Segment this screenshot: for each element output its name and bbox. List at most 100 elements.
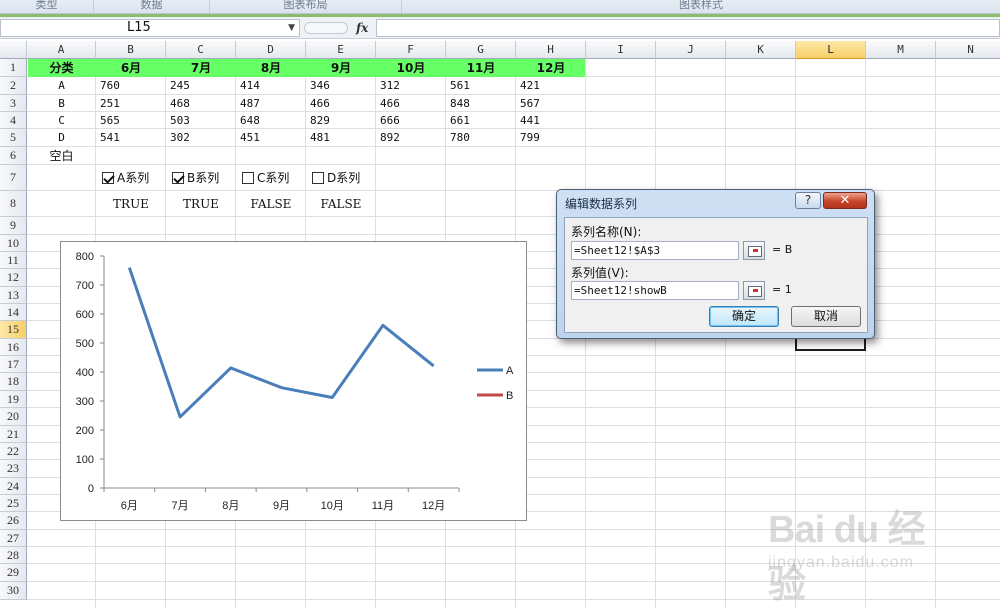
column-header-l[interactable]: L — [796, 41, 866, 59]
value-cell[interactable]: 245 — [166, 77, 236, 95]
column-header-e[interactable]: E — [306, 41, 376, 59]
checkbox-unchecked-icon[interactable] — [312, 171, 324, 184]
ok-button[interactable]: 确定 — [709, 306, 779, 327]
row-header-21[interactable]: 21 — [0, 426, 27, 443]
value-cell[interactable]: 780 — [446, 129, 516, 147]
value-cell[interactable]: 466 — [306, 95, 376, 112]
category-cell[interactable]: B — [27, 95, 96, 112]
value-cell[interactable]: 251 — [96, 95, 166, 112]
value-cell[interactable]: 892 — [376, 129, 446, 147]
row-header-4[interactable]: 4 — [0, 112, 27, 129]
header-cell[interactable]: 9月 — [306, 59, 376, 77]
row-header-23[interactable]: 23 — [0, 460, 27, 478]
checkbox-checked-icon[interactable] — [172, 171, 184, 184]
header-cell[interactable]: 分类 — [27, 59, 96, 77]
row-header-30[interactable]: 30 — [0, 582, 27, 600]
category-cell[interactable]: D — [27, 129, 96, 147]
row-header-19[interactable]: 19 — [0, 391, 27, 408]
row-header-11[interactable]: 11 — [0, 252, 27, 269]
value-cell[interactable]: 561 — [446, 77, 516, 95]
linked-value-cell[interactable]: TRUE — [96, 191, 166, 217]
header-cell[interactable]: 12月 — [516, 59, 586, 77]
close-button[interactable]: ✕ — [823, 192, 867, 209]
row-header-1[interactable]: 1 — [0, 59, 27, 77]
column-header-d[interactable]: D — [236, 41, 306, 59]
row-header-12[interactable]: 12 — [0, 269, 27, 287]
column-header-j[interactable]: J — [656, 41, 726, 59]
column-header-b[interactable]: B — [96, 41, 166, 59]
column-header-a[interactable]: A — [27, 41, 96, 59]
column-header-n[interactable]: N — [936, 41, 1000, 59]
linked-value-cell[interactable]: FALSE — [236, 191, 306, 217]
column-header-m[interactable]: M — [866, 41, 936, 59]
value-cell[interactable]: 848 — [446, 95, 516, 112]
name-box[interactable]: L15 ▼ — [0, 19, 300, 37]
value-cell[interactable]: 414 — [236, 77, 306, 95]
formula-input[interactable] — [376, 19, 1000, 37]
value-cell[interactable]: 441 — [516, 112, 586, 129]
value-cell[interactable]: 312 — [376, 77, 446, 95]
value-cell[interactable]: 421 — [516, 77, 586, 95]
series-checkbox[interactable]: D系列 — [312, 169, 360, 186]
column-header-g[interactable]: G — [446, 41, 516, 59]
value-cell[interactable]: 648 — [236, 112, 306, 129]
series-checkbox[interactable]: B系列 — [172, 169, 219, 186]
row-header-15[interactable]: 15 — [0, 321, 27, 339]
row-header-16[interactable]: 16 — [0, 339, 27, 356]
value-cell[interactable]: 346 — [306, 77, 376, 95]
row-header-27[interactable]: 27 — [0, 530, 27, 547]
function-icon[interactable]: fx — [356, 19, 368, 37]
column-header-c[interactable]: C — [166, 41, 236, 59]
value-cell[interactable]: 567 — [516, 95, 586, 112]
value-cell[interactable]: 541 — [96, 129, 166, 147]
row-header-24[interactable]: 24 — [0, 478, 27, 495]
linked-value-cell[interactable]: FALSE — [306, 191, 376, 217]
row-header-7[interactable]: 7 — [0, 165, 27, 191]
row-header-8[interactable]: 8 — [0, 191, 27, 217]
checkbox-unchecked-icon[interactable] — [242, 171, 254, 184]
row-header-6[interactable]: 6 — [0, 147, 27, 165]
series-checkbox[interactable]: C系列 — [242, 169, 289, 186]
value-cell[interactable]: 466 — [376, 95, 446, 112]
header-cell[interactable]: 6月 — [96, 59, 166, 77]
value-cell[interactable]: 481 — [306, 129, 376, 147]
series-values-input[interactable]: =Sheet12!showB — [571, 281, 739, 300]
category-cell[interactable]: A — [27, 77, 96, 95]
value-cell[interactable]: 487 — [236, 95, 306, 112]
linked-value-cell[interactable]: TRUE — [166, 191, 236, 217]
row-header-18[interactable]: 18 — [0, 373, 27, 391]
header-cell[interactable]: 8月 — [236, 59, 306, 77]
category-cell[interactable]: C — [27, 112, 96, 129]
select-all-corner[interactable] — [0, 41, 27, 59]
checkbox-checked-icon[interactable] — [102, 171, 114, 184]
cancel-button[interactable]: 取消 — [791, 306, 861, 327]
value-cell[interactable]: 829 — [306, 112, 376, 129]
column-header-f[interactable]: F — [376, 41, 446, 59]
value-cell[interactable]: 503 — [166, 112, 236, 129]
value-cell[interactable]: 451 — [236, 129, 306, 147]
row-header-3[interactable]: 3 — [0, 95, 27, 112]
row-header-29[interactable]: 29 — [0, 564, 27, 582]
value-cell[interactable]: 468 — [166, 95, 236, 112]
formula-expand-handle[interactable] — [304, 22, 348, 34]
value-cell[interactable]: 666 — [376, 112, 446, 129]
column-header-i[interactable]: I — [586, 41, 656, 59]
line-chart[interactable]: 0 100 200 300 400 500 600 700 800 6月 7月 8月 9月 10月 11月 1… — [60, 241, 527, 521]
collapse-dialog-icon[interactable] — [743, 281, 765, 300]
value-cell[interactable]: 799 — [516, 129, 586, 147]
column-header-h[interactable]: H — [516, 41, 586, 59]
help-button[interactable]: ? — [795, 192, 821, 209]
row-header-25[interactable]: 25 — [0, 495, 27, 512]
column-header-k[interactable]: K — [726, 41, 796, 59]
row-header-5[interactable]: 5 — [0, 129, 27, 147]
series-name-input[interactable]: =Sheet12!$A$3 — [571, 241, 739, 260]
row-header-26[interactable]: 26 — [0, 512, 27, 530]
value-cell[interactable]: 565 — [96, 112, 166, 129]
value-cell[interactable]: 760 — [96, 77, 166, 95]
collapse-dialog-icon[interactable] — [743, 241, 765, 260]
row-header-14[interactable]: 14 — [0, 304, 27, 321]
row-header-9[interactable]: 9 — [0, 217, 27, 235]
row-header-22[interactable]: 22 — [0, 443, 27, 460]
row-header-10[interactable]: 10 — [0, 235, 27, 252]
row-header-17[interactable]: 17 — [0, 356, 27, 373]
